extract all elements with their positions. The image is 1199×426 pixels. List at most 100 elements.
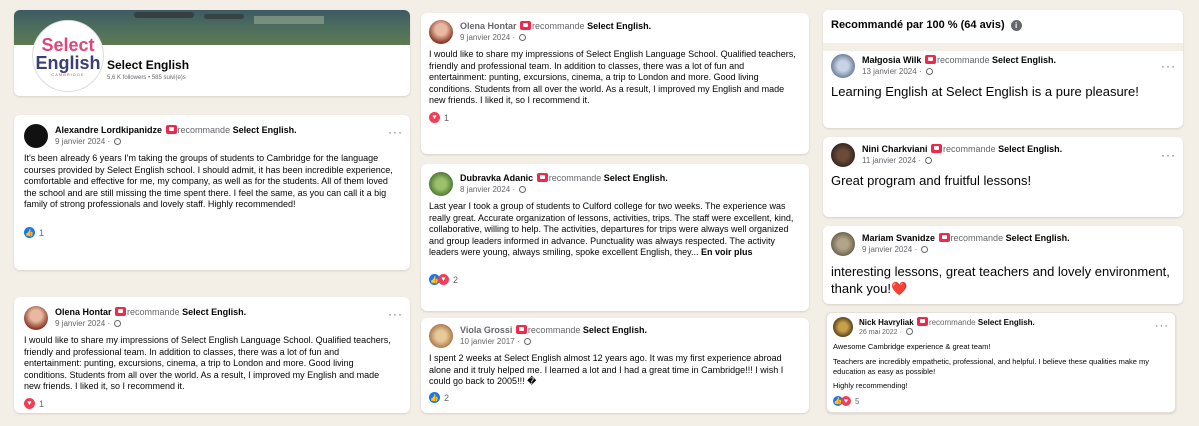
- review-page-link[interactable]: Select English.: [182, 307, 246, 317]
- review-card: Dubravka Adanic recommande Select Englis…: [421, 164, 809, 311]
- review-author[interactable]: Olena Hontar: [460, 21, 517, 31]
- review-page-link[interactable]: Select English.: [978, 318, 1035, 327]
- recommend-icon: [916, 317, 928, 326]
- love-icon: ♥: [24, 398, 35, 409]
- recommend-label: recommande: [936, 55, 990, 65]
- review-date[interactable]: 8 janvier 2024: [460, 185, 510, 194]
- more-options-icon[interactable]: ···: [388, 308, 403, 320]
- recommend-label: recommande: [548, 173, 602, 183]
- review-page-link[interactable]: Select English.: [583, 325, 647, 335]
- avatar[interactable]: [24, 124, 48, 148]
- reactions[interactable]: 👍 2: [429, 392, 449, 403]
- page-stats: 5,6 K followers • 585 suivi(e)s: [107, 75, 186, 81]
- more-options-icon[interactable]: ···: [1161, 149, 1176, 161]
- review-page-link[interactable]: Select English.: [604, 173, 668, 183]
- recommend-label: recommande: [127, 307, 180, 317]
- review-date[interactable]: 9 janvier 2024: [862, 245, 912, 254]
- review-author[interactable]: Nick Havryliak: [859, 318, 914, 327]
- review-text: I would like to share my impressions of …: [24, 335, 391, 391]
- reactions[interactable]: ♥ 1: [24, 398, 44, 409]
- avatar[interactable]: [429, 20, 453, 44]
- recommend-icon: [536, 173, 548, 182]
- review-author[interactable]: Dubravka Adanic: [460, 173, 533, 183]
- globe-icon: [519, 34, 527, 41]
- review-text-end: Highly recommending!: [833, 381, 908, 390]
- review-card: Olena Hontar recommande Select English. …: [14, 297, 410, 413]
- review-author[interactable]: Małgosia Wilk: [862, 55, 921, 65]
- page-logo[interactable]: Select English CAMBRIDGE: [32, 20, 104, 92]
- reaction-count: 1: [39, 227, 45, 238]
- reaction-count: 5: [855, 396, 860, 406]
- review-date[interactable]: 9 janvier 2024: [55, 137, 105, 146]
- recommend-icon: [115, 307, 127, 316]
- review-date[interactable]: 13 janvier 2024: [862, 67, 917, 76]
- review-text: I spent 2 weeks at Select English almost…: [429, 353, 784, 386]
- review-card: Mariam Svanidze recommande Select Englis…: [823, 226, 1183, 304]
- review-page-link[interactable]: Select English.: [587, 21, 651, 31]
- more-options-icon[interactable]: ···: [1161, 60, 1176, 72]
- globe-icon: [925, 68, 933, 75]
- avatar[interactable]: [429, 324, 453, 348]
- review-author[interactable]: Nini Charkviani: [862, 144, 928, 154]
- reaction-count: 2: [453, 274, 459, 285]
- review-date[interactable]: 10 janvier 2017: [460, 337, 515, 346]
- summary-title: Recommandé par 100 % (64 avis) i: [831, 19, 1022, 31]
- summary-title-text: Recommandé par 100 % (64 avis): [831, 19, 1005, 31]
- review-date[interactable]: 11 janvier 2024: [862, 156, 916, 165]
- review-date[interactable]: 9 janvier 2024: [55, 319, 105, 328]
- logo-select: Select: [41, 35, 95, 55]
- reaction-count: 1: [39, 398, 45, 409]
- review-text: Teachers are incredibly empathetic, prof…: [833, 357, 1150, 376]
- summary-card: Recommandé par 100 % (64 avis) i Małgosi…: [823, 10, 1183, 128]
- like-icon: 👍: [429, 392, 440, 403]
- reaction-count: 2: [444, 392, 450, 403]
- review-author[interactable]: Olena Hontar: [55, 307, 112, 317]
- love-icon: ♥: [429, 112, 440, 123]
- more-options-icon[interactable]: ···: [1155, 321, 1169, 332]
- recommend-icon: [520, 21, 532, 30]
- reactions[interactable]: 👍 ♥ 2: [429, 274, 458, 285]
- globe-icon: [925, 157, 933, 164]
- review-date[interactable]: 26 mai 2022: [859, 329, 898, 336]
- globe-icon: [114, 138, 122, 145]
- globe-icon: [519, 186, 527, 193]
- review-text: interesting lessons, great teachers and …: [831, 264, 1170, 296]
- avatar[interactable]: [831, 54, 855, 78]
- review-page-link[interactable]: Select English.: [1006, 233, 1070, 243]
- recommend-label: recommande: [943, 144, 996, 154]
- avatar[interactable]: [833, 317, 853, 337]
- more-options-icon[interactable]: ···: [388, 126, 403, 138]
- review-text: Great program and fruitful lessons!: [831, 173, 1032, 188]
- review-author[interactable]: Viola Grossi: [460, 325, 512, 335]
- review-author[interactable]: Alexandre Lordkipanidze: [55, 125, 162, 135]
- review-text: Last year I took a group of students to …: [429, 201, 803, 259]
- page-name[interactable]: Select English: [107, 58, 189, 72]
- review-page-link[interactable]: Select English.: [992, 55, 1056, 65]
- review-page-link[interactable]: Select English.: [233, 125, 297, 135]
- globe-icon: [523, 338, 531, 345]
- see-more-link[interactable]: En voir plus: [701, 247, 753, 257]
- recommend-label: recommande: [532, 21, 585, 31]
- reactions[interactable]: 👍 1: [24, 227, 44, 238]
- logo-english: English: [35, 53, 101, 73]
- globe-icon: [921, 246, 929, 253]
- recommend-icon: [938, 233, 950, 242]
- review-card: Alexandre Lordkipanidze recommande Selec…: [14, 115, 410, 270]
- review-text-title: Awesome Cambridge experience & great tea…: [833, 342, 991, 351]
- recommend-icon: [515, 325, 527, 334]
- page-header-card: Select English CAMBRIDGE Select English …: [14, 10, 410, 96]
- review-author[interactable]: Mariam Svanidze: [862, 233, 935, 243]
- avatar[interactable]: [831, 143, 855, 167]
- review-page-link[interactable]: Select English.: [998, 144, 1062, 154]
- reactions[interactable]: ♥ 1: [429, 112, 449, 123]
- info-icon[interactable]: i: [1010, 19, 1022, 31]
- recommend-icon: [931, 144, 943, 153]
- avatar[interactable]: [429, 172, 453, 196]
- recommend-label: recommande: [950, 233, 1004, 243]
- avatar[interactable]: [831, 232, 855, 256]
- review-date[interactable]: 9 janvier 2024: [460, 33, 510, 42]
- reactions[interactable]: 👍 ♥ 5: [833, 396, 859, 406]
- avatar[interactable]: [24, 306, 48, 330]
- recommend-icon: [924, 55, 936, 64]
- recommend-icon: [165, 125, 177, 134]
